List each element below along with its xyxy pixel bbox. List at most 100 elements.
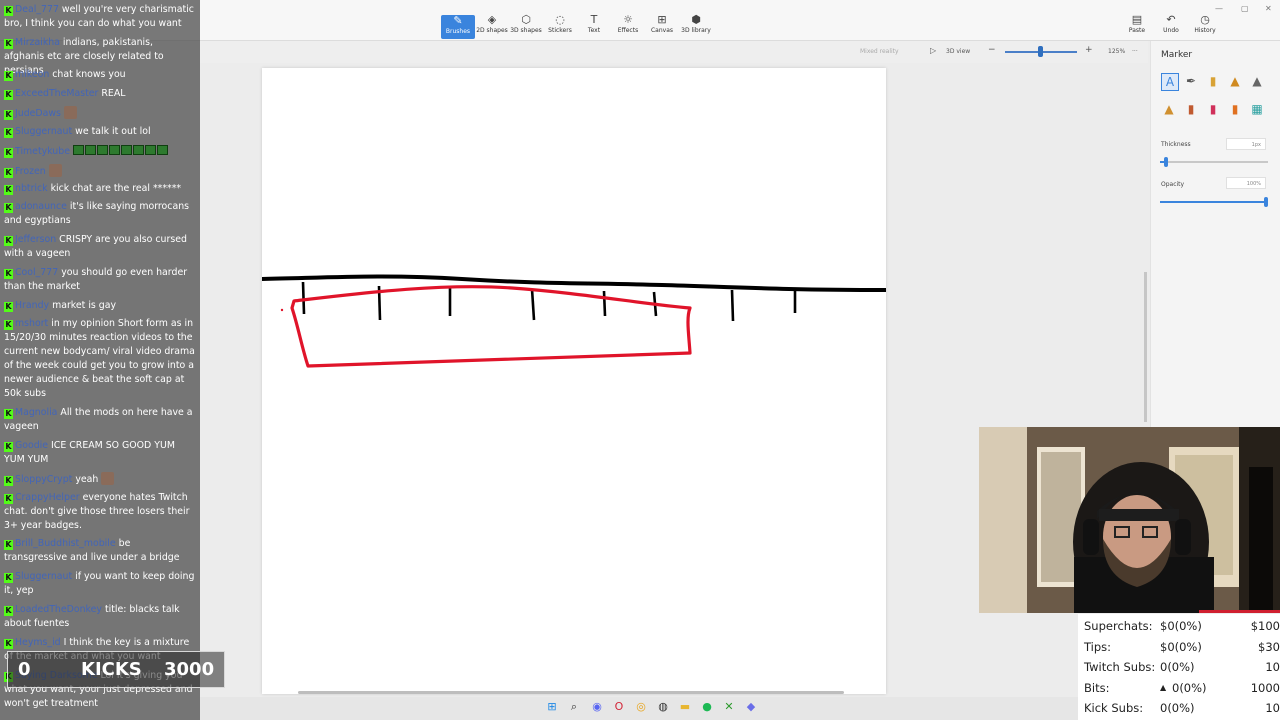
chat-username[interactable]: Mirzaikha	[15, 37, 60, 48]
kick-badge-icon: K	[4, 6, 13, 16]
kick-count: 0	[18, 659, 31, 680]
chrome-icon[interactable]: ◎	[634, 700, 648, 714]
chat-message: Kadonaunce it's like saying morrocans an…	[4, 200, 196, 228]
chat-username[interactable]: mikeon	[15, 69, 49, 80]
chat-username[interactable]: ExceedTheMaster	[15, 88, 98, 99]
thickness-slider-track[interactable]	[1160, 161, 1268, 163]
tool-3d-library[interactable]: ⬢ 3D library	[679, 14, 713, 38]
chat-text: in my opinion Short form as in 15/20/30 …	[4, 318, 195, 399]
fill-icon[interactable]: ▦	[1249, 101, 1265, 117]
tool-brushes[interactable]: ✎ Brushes	[441, 15, 475, 39]
chat-username[interactable]: Magnolia	[15, 407, 57, 418]
chat-username[interactable]: Sluggernaut	[15, 126, 72, 137]
kick-label: KICKS	[81, 659, 142, 680]
marker-icon[interactable]: A	[1161, 73, 1179, 91]
tool-canvas[interactable]: ⊞ Canvas	[645, 14, 679, 38]
library-3d-icon: ⬢	[691, 13, 701, 26]
oil-brush-icon[interactable]: ▮	[1205, 73, 1221, 89]
pencil-icon[interactable]: ▲	[1249, 73, 1265, 89]
tool-label: Effects	[617, 27, 639, 34]
opacity-value-input[interactable]: 100%	[1226, 177, 1266, 189]
discord-icon[interactable]: ◉	[590, 700, 604, 714]
chat-username[interactable]: Hrandy	[15, 300, 49, 311]
black-tick-1	[301, 281, 306, 315]
thickness-value-input[interactable]: 1px	[1226, 138, 1266, 150]
3d-view-icon[interactable]: ▷	[930, 46, 936, 55]
chat-message: Knbtrick kick chat are the real ******	[4, 182, 196, 196]
close-icon[interactable]: ✕	[1265, 4, 1272, 13]
undo-button[interactable]: ↶ Undo	[1154, 14, 1188, 38]
goal-progress: 0(0%)	[1160, 701, 1195, 715]
paste-button[interactable]: ▤ Paste	[1120, 14, 1154, 38]
emote-icon	[96, 145, 108, 155]
zoom-in-icon[interactable]: +	[1085, 45, 1093, 55]
chat-message: K Hrandy market is gay	[4, 299, 196, 313]
chat-username[interactable]: adonaunce	[15, 201, 67, 212]
windows-start-icon[interactable]: ⊞	[545, 700, 559, 714]
tool-label: Text	[587, 27, 601, 34]
chat-username[interactable]: Cool_777	[15, 267, 58, 278]
opacity-slider-thumb[interactable]	[1264, 197, 1268, 207]
kick-badge-icon: K	[4, 185, 13, 195]
spotify-icon[interactable]: ●	[700, 700, 714, 714]
emote-icon	[84, 145, 96, 155]
tool-text[interactable]: T Text	[577, 14, 611, 38]
tool-effects[interactable]: ☼ Effects	[611, 14, 645, 38]
eraser-icon[interactable]: ▲	[1161, 101, 1177, 117]
pixel-pen-icon[interactable]: ▮	[1205, 101, 1221, 117]
zoom-slider-thumb[interactable]	[1038, 46, 1043, 57]
drawing-canvas[interactable]	[260, 68, 888, 694]
kick-badge-icon: K	[4, 236, 13, 246]
chat-username[interactable]: Goodie	[15, 440, 48, 451]
3d-view-button[interactable]: 3D view	[946, 48, 970, 55]
tool-label: History	[1194, 27, 1216, 34]
chat-username[interactable]: Frozen	[15, 166, 46, 177]
horizontal-scrollbar[interactable]	[298, 691, 844, 694]
chat-message: K ExceedTheMaster REAL	[4, 87, 196, 101]
history-button[interactable]: ◷ History	[1188, 14, 1222, 38]
paste-icon: ▤	[1131, 13, 1143, 26]
zoom-out-icon[interactable]: −	[988, 45, 996, 55]
emote-icon	[120, 145, 132, 155]
xbox-icon[interactable]: ✕	[722, 700, 736, 714]
red-marker-rectangle	[290, 285, 692, 368]
calligraphy-pen-icon[interactable]: ✒	[1183, 73, 1199, 89]
chat-username[interactable]: Jefferson	[15, 234, 56, 245]
paint-3d-icon[interactable]: ◆	[744, 700, 758, 714]
kick-badge-icon: K	[4, 302, 13, 312]
tool-3d-shapes[interactable]: ⬡ 3D shapes	[509, 14, 543, 38]
thickness-slider-thumb[interactable]	[1164, 157, 1169, 167]
tool-2d-shapes[interactable]: ◈ 2D shapes	[475, 14, 509, 38]
chat-username[interactable]: nbtrick	[15, 183, 48, 194]
maximize-icon[interactable]: ▢	[1241, 4, 1249, 13]
minimize-icon[interactable]: —	[1215, 4, 1223, 13]
chat-username[interactable]: JudeDaws	[15, 108, 61, 119]
chat-text: chat knows you	[52, 69, 126, 80]
kick-badge-icon: K	[4, 320, 13, 330]
chat-message: K Sluggernaut if you want to keep doing i…	[4, 570, 196, 598]
vertical-scrollbar[interactable]	[1144, 272, 1147, 422]
tool-stickers[interactable]: ◌ Stickers	[543, 14, 577, 38]
more-options-icon[interactable]: ···	[1132, 48, 1138, 55]
tool-label: 3D shapes	[510, 27, 542, 34]
chat-username[interactable]: Deal_777	[15, 4, 59, 15]
chat-username[interactable]: LoadedTheDonkey	[15, 604, 102, 615]
chat-username[interactable]: Brill_Buddhist_mobile	[15, 538, 116, 549]
file-explorer-icon[interactable]: ▬	[678, 700, 692, 714]
search-icon[interactable]: ⌕	[567, 700, 581, 714]
chat-username[interactable]: Sluggernaut	[15, 571, 72, 582]
chat-username[interactable]: SloppyCrypt	[15, 474, 72, 485]
crayon-icon[interactable]: ▮	[1183, 101, 1199, 117]
watercolor-icon[interactable]: ▲	[1227, 73, 1243, 89]
mixed-reality-button[interactable]: Mixed reality	[860, 48, 899, 55]
red-marker-dot	[280, 308, 284, 312]
spray-can-icon[interactable]: ▮	[1227, 101, 1243, 117]
drawing-strokes	[260, 274, 888, 368]
kick-badge-icon: K	[4, 71, 13, 81]
chat-username[interactable]: CrappyHelper	[15, 492, 80, 503]
chat-username[interactable]: Heyms_id	[15, 637, 61, 648]
obs-icon[interactable]: ◍	[656, 700, 670, 714]
opera-icon[interactable]: O	[612, 700, 626, 714]
chat-username[interactable]: Timetykube	[15, 146, 70, 157]
chat-username[interactable]: mshort	[15, 318, 48, 329]
